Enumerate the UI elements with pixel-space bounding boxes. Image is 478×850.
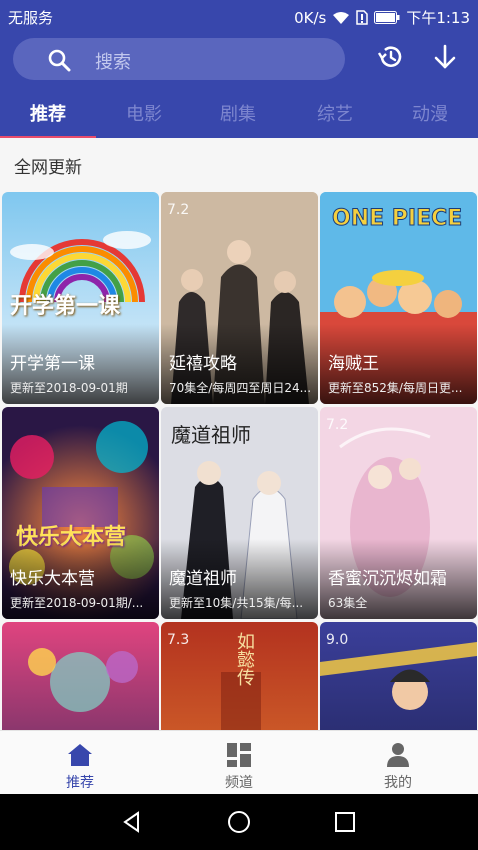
poster-logo-text: 魔道祖师 bbox=[171, 423, 251, 447]
bottom-navigation: 推荐 频道 我的 bbox=[0, 730, 478, 794]
top-header: 搜索 推荐 电影 剧集 综艺 动漫 bbox=[0, 32, 478, 138]
status-bar: 无服务 0K/s 下午1:13 bbox=[0, 0, 478, 32]
poster-subtitle: 更新至2018-09-01期 bbox=[10, 381, 128, 395]
system-navigation-bar bbox=[0, 794, 478, 850]
poster-logo-text: 开学第一课 bbox=[10, 294, 121, 319]
poster-subtitle: 更新至852集/每周日更... bbox=[328, 381, 463, 395]
poster-title: 快乐大本营 bbox=[10, 569, 95, 589]
nav-channels[interactable]: 频道 bbox=[159, 731, 319, 795]
tab-variety[interactable]: 综艺 bbox=[287, 100, 383, 126]
back-triangle-icon[interactable] bbox=[120, 810, 144, 834]
home-circle-icon[interactable] bbox=[227, 810, 251, 834]
nav-recommend[interactable]: 推荐 bbox=[0, 731, 160, 795]
app-screen: 无服务 0K/s 下午1:13 搜索 推荐 电影 剧集 综艺 动漫 全网更新 开… bbox=[0, 0, 478, 850]
history-button[interactable] bbox=[374, 42, 408, 76]
poster-card-2[interactable]: 7.2 延禧攻略 70集全/每周四至周日24... bbox=[161, 192, 318, 404]
carrier-label: 无服务 bbox=[8, 9, 54, 27]
tab-anime[interactable]: 动漫 bbox=[382, 100, 478, 126]
poster-title: 延禧攻略 bbox=[169, 354, 237, 374]
tab-series[interactable]: 剧集 bbox=[190, 100, 286, 126]
tab-recommend[interactable]: 推荐 bbox=[0, 100, 96, 126]
download-button[interactable] bbox=[428, 42, 462, 76]
nav-profile[interactable]: 我的 bbox=[318, 731, 478, 795]
poster-logo-text: ONE PIECE bbox=[331, 206, 463, 232]
poster-rating: 7.2 bbox=[326, 417, 349, 433]
poster-card-1[interactable]: 开学第一课 开学第一课 更新至2018-09-01期 bbox=[2, 192, 159, 404]
poster-rating: 9.0 bbox=[326, 632, 349, 648]
poster-title: 开学第一课 bbox=[10, 354, 95, 374]
poster-card-7[interactable] bbox=[2, 622, 159, 730]
sim-alert-icon bbox=[356, 10, 369, 25]
recents-square-icon[interactable] bbox=[333, 810, 357, 834]
battery-icon bbox=[374, 11, 400, 24]
poster-title: 海贼王 bbox=[328, 354, 379, 374]
status-indicators: 0K/s 下午1:13 bbox=[294, 7, 470, 28]
poster-title: 香蜜沉沉烬如霜 bbox=[328, 569, 447, 589]
user-icon bbox=[384, 741, 412, 769]
poster-card-4[interactable]: 快乐大本营 快乐大本营 更新至2018-09-01期/... bbox=[2, 407, 159, 619]
poster-title: 魔道祖师 bbox=[169, 569, 237, 589]
search-bar[interactable]: 搜索 bbox=[13, 38, 345, 80]
home-icon bbox=[66, 741, 94, 769]
poster-subtitle: 63集全 bbox=[328, 596, 368, 610]
poster-subtitle: 更新至10集/共15集/每... bbox=[169, 596, 304, 610]
wifi-icon bbox=[332, 11, 350, 25]
search-icon bbox=[47, 48, 71, 76]
search-placeholder: 搜索 bbox=[95, 52, 131, 73]
download-arrow-icon bbox=[432, 43, 458, 75]
network-speed: 0K/s bbox=[294, 8, 327, 27]
poster-rating: 7.3 bbox=[167, 632, 190, 648]
poster-card-8[interactable]: 7.3 如懿传 bbox=[161, 622, 318, 730]
nav-label: 我的 bbox=[384, 775, 412, 791]
tab-movies[interactable]: 电影 bbox=[96, 100, 192, 126]
poster-art-fantasy bbox=[28, 648, 138, 712]
poster-card-5[interactable]: 魔道祖师 魔道祖师 更新至10集/共15集/每... bbox=[161, 407, 318, 619]
poster-subtitle: 70集全/每周四至周日24... bbox=[169, 381, 312, 395]
grid-icon bbox=[225, 741, 253, 769]
poster-card-3[interactable]: ONE PIECE 海贼王 更新至852集/每周日更... bbox=[320, 192, 477, 404]
history-icon bbox=[376, 42, 406, 76]
content-grid: 开学第一课 开学第一课 更新至2018-09-01期 7.2 延禧攻略 70集全… bbox=[0, 192, 478, 730]
section-title: 全网更新 bbox=[14, 158, 82, 178]
poster-subtitle: 更新至2018-09-01期/... bbox=[10, 596, 144, 610]
poster-rating: 7.2 bbox=[167, 202, 190, 218]
poster-card-6[interactable]: 7.2 香蜜沉沉烬如霜 63集全 bbox=[320, 407, 477, 619]
clock: 下午1:13 bbox=[406, 9, 470, 27]
tab-indicator bbox=[0, 136, 96, 138]
poster-card-9[interactable]: 9.0 bbox=[320, 622, 477, 730]
nav-label: 推荐 bbox=[66, 775, 94, 791]
poster-logo-text: 如懿传 bbox=[234, 632, 255, 686]
category-tabs: 推荐 电影 剧集 综艺 动漫 bbox=[0, 92, 478, 136]
nav-label: 频道 bbox=[225, 775, 253, 791]
